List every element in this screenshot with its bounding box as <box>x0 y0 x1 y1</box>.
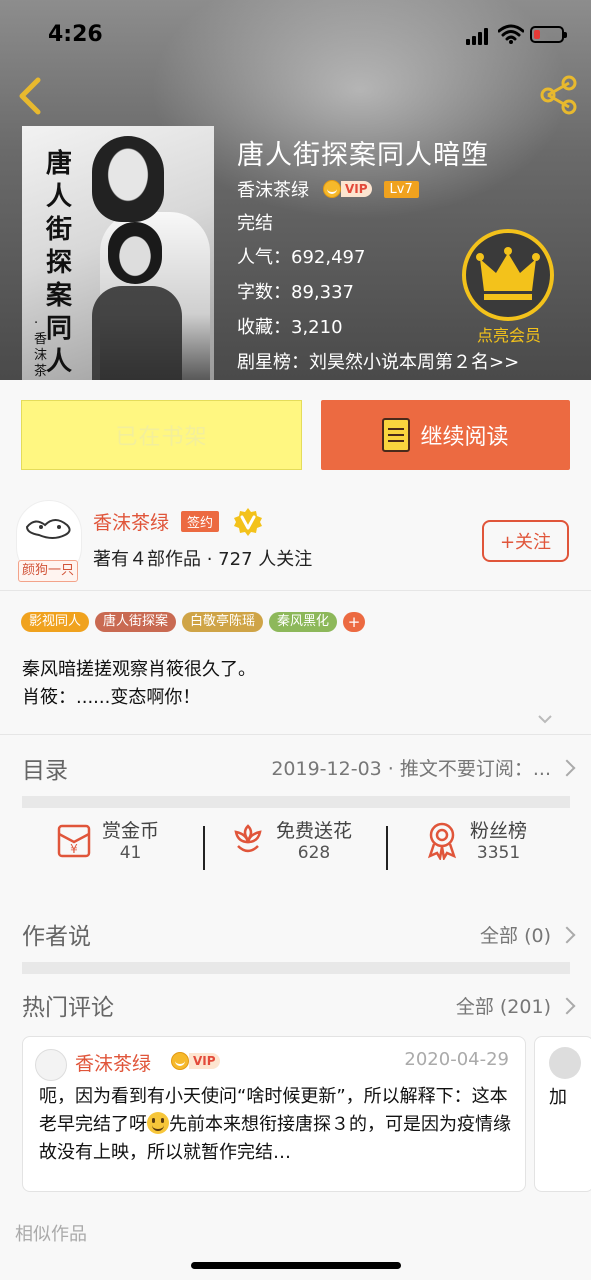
author-name[interactable]: 香沫茶绿 <box>237 176 309 202</box>
author-line: 香沫茶绿 VIP Lv7 <box>237 176 419 202</box>
book-popularity: 人气：692,497 <box>237 247 366 268</box>
comment-date: 2020-04-29 <box>404 1049 509 1070</box>
medal-icon <box>427 822 457 860</box>
wifi-icon <box>498 24 524 44</box>
book-word-count: 字数：89,337 <box>237 282 354 303</box>
stat-divider <box>203 826 205 870</box>
on-shelf-label: 已在书架 <box>115 425 208 450</box>
book-detail-content: 已在书架 继续阅读 颜狗一只 香沫茶绿 签约 著有４部作品 · 727 人关注 … <box>0 380 591 1280</box>
book-title: 唐人街探案同人暗堕 <box>237 140 489 171</box>
commenter-name[interactable]: 香沫茶绿 <box>75 1049 151 1076</box>
signed-badge: 签约 <box>181 511 220 532</box>
author-card: 颜狗一只 香沫茶绿 签约 著有４部作品 · 727 人关注 +关注 <box>0 500 591 590</box>
comment-text: 加 <box>549 1087 567 1108</box>
reward-coin-icon: ¥ <box>57 824 91 857</box>
summary-line: 肖筱：......变态啊你！ <box>22 687 201 708</box>
chevron-right-icon <box>558 759 576 777</box>
chevron-down-icon[interactable] <box>538 712 552 726</box>
status-bar: 4:26 <box>0 0 591 70</box>
member-label[interactable]: 点亮会员 <box>464 322 554 346</box>
author-says-count: 全部 (0) <box>480 925 551 947</box>
divider <box>0 590 591 591</box>
cover-figure <box>92 136 164 222</box>
commenter-avatar[interactable] <box>35 1049 67 1081</box>
vip-coin-icon <box>171 1052 189 1070</box>
avatar-tag: 颜狗一只 <box>18 560 78 582</box>
author-works-meta: 著有４部作品 · 727 人关注 <box>93 549 313 570</box>
flower-icon <box>234 823 262 852</box>
author-says-title: 作者说 <box>22 924 91 950</box>
comment-text: 呃，因为看到有小天使问“啥时候更新”，所以解释下：这本老早完结了呀 先前本来想衔接… <box>39 1083 515 1167</box>
book-icon <box>382 418 411 452</box>
tag-chip[interactable]: 唐人街探案 <box>95 612 177 632</box>
hot-comments-title: 热门评论 <box>22 995 114 1021</box>
similar-works-title: 相似作品 <box>15 1224 87 1245</box>
author-card-name[interactable]: 香沫茶绿 <box>93 508 169 535</box>
tag-chip[interactable]: 影视同人 <box>21 612 90 632</box>
fan-rank-stat[interactable]: 粉丝榜 3351 <box>424 816 527 863</box>
book-header: 4:26 唐人街探案同人暗堕 ·香沫茶绿 唐人街探案同人暗堕 香沫茶绿 <box>0 0 591 380</box>
chevron-right-icon <box>558 926 576 944</box>
battery-icon <box>530 26 567 43</box>
tag-chip[interactable]: 秦风黑化 <box>269 612 338 632</box>
cover-author: ·香沫茶绿 <box>34 316 48 379</box>
vip-label: VIP <box>189 1053 220 1069</box>
reward-coin-stat[interactable]: ¥ 赏金币 41 <box>56 816 159 863</box>
verified-v-icon <box>234 508 262 536</box>
tag-list: 影视同人 唐人街探案 白敬亭陈瑶 秦风黑化 + <box>21 612 366 632</box>
section-separator <box>22 962 570 974</box>
home-indicator[interactable] <box>191 1262 401 1269</box>
continue-reading-label: 继续阅读 <box>420 425 509 450</box>
book-summary: 秦风暗搓搓观察肖筱很久了。 肖筱：......变态啊你！ <box>22 656 256 712</box>
vip-coin-icon <box>323 180 341 198</box>
stat-value: 628 <box>297 843 331 863</box>
vip-label: VIP <box>341 181 372 197</box>
comment-card[interactable]: 香沫茶绿 VIP 2020-04-29 呃，因为看到有小天使问“啥时候更新”，所… <box>22 1036 526 1192</box>
book-favorites: 收藏：3,210 <box>237 317 343 338</box>
book-status: 完结 <box>237 213 273 234</box>
on-shelf-button[interactable]: 已在书架 <box>21 400 302 470</box>
cover-figure <box>92 286 182 380</box>
add-tag-button[interactable]: + <box>343 612 366 632</box>
summary-line: 秦风暗搓搓观察肖筱很久了。 <box>22 659 256 680</box>
flower-stat[interactable]: 免费送花 628 <box>230 816 352 863</box>
hot-comments-count: 全部 (201) <box>455 996 551 1018</box>
stat-divider <box>386 826 388 870</box>
chevron-right-icon <box>558 997 576 1015</box>
stat-value: 3351 <box>476 843 521 863</box>
stat-label: 粉丝榜 <box>470 820 528 842</box>
author-says-row[interactable]: 作者说 全部 (0) <box>0 896 591 962</box>
hot-comments-row[interactable]: 热门评论 全部 (201) <box>0 974 591 1034</box>
back-arrow-icon[interactable] <box>12 76 48 116</box>
vip-badge: VIP <box>323 179 372 199</box>
stat-value: 41 <box>119 843 142 863</box>
vip-badge: VIP <box>171 1051 220 1071</box>
book-cover[interactable]: 唐人街探案同人暗堕 ·香沫茶绿 <box>22 126 214 380</box>
follow-button[interactable]: +关注 <box>482 520 569 562</box>
tag-chip[interactable]: 白敬亭陈瑶 <box>182 612 264 632</box>
stat-label: 赏金币 <box>102 820 160 842</box>
catalog-title: 目录 <box>22 758 68 784</box>
svg-text:¥: ¥ <box>70 842 78 856</box>
status-time: 4:26 <box>48 22 103 47</box>
level-badge: Lv7 <box>383 180 419 198</box>
member-crown-button[interactable] <box>462 229 554 321</box>
commenter-avatar <box>549 1047 581 1079</box>
smile-emoji-icon <box>147 1112 169 1134</box>
catalog-row[interactable]: 目录 2019-12-03 · 推文不要订阅：... <box>0 734 591 796</box>
share-icon[interactable] <box>538 74 580 116</box>
cellular-signal-icon <box>466 27 490 45</box>
catalog-latest: 2019-12-03 · 推文不要订阅：... <box>271 758 551 780</box>
cover-title: 唐人街探案同人暗堕 <box>46 149 73 377</box>
avatar-drawing <box>25 519 71 539</box>
crown-icon <box>476 247 540 300</box>
comment-card[interactable]: 加 <box>534 1036 591 1192</box>
cover-figure <box>108 222 162 284</box>
stat-label: 免费送花 <box>276 820 353 842</box>
continue-reading-button[interactable]: 继续阅读 <box>321 400 570 470</box>
rank-link[interactable]: 剧星榜：刘昊然小说本周第２名>> <box>237 348 519 374</box>
stats-row: ¥ 赏金币 41 免费送花 628 粉丝榜 3351 <box>0 816 591 876</box>
section-separator <box>22 796 570 808</box>
